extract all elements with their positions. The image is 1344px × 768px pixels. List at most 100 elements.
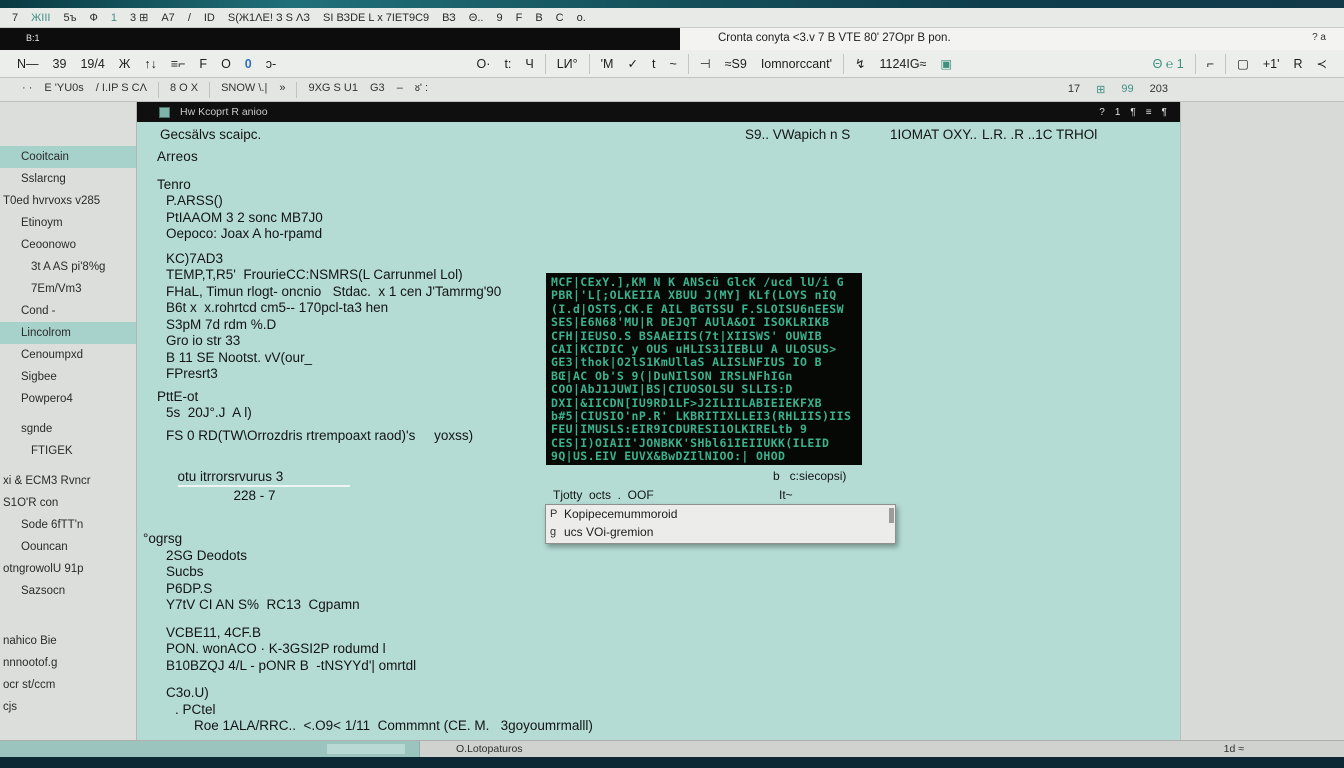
toolbar-icon[interactable]: [589, 54, 590, 74]
sidebar-item[interactable]: nnnootof.g: [0, 652, 136, 674]
menu-item[interactable]: /: [188, 12, 191, 24]
sidebar-item[interactable]: Cenoumpxd: [0, 344, 136, 366]
sidebar-item[interactable]: 7Em/Vm3: [0, 278, 136, 300]
tab-status-icon[interactable]: ⊞: [1096, 83, 1105, 96]
menu-item[interactable]: F: [516, 12, 523, 24]
sidebar-item[interactable]: nahico Bie: [0, 630, 136, 652]
title-bar-icon[interactable]: ?: [1099, 107, 1105, 118]
toolbar-icon[interactable]: Ч: [525, 57, 533, 71]
window-corner-icons[interactable]: ? a: [1312, 32, 1326, 50]
sidebar-item[interactable]: Sigbee: [0, 366, 136, 388]
toolbar-icon[interactable]: R: [1293, 57, 1302, 71]
sidebar-item[interactable]: Ceoonowo: [0, 234, 136, 256]
tab-item[interactable]: –: [397, 82, 403, 98]
title-bar-icon[interactable]: ¶: [1162, 107, 1167, 118]
menu-item[interactable]: 1: [111, 12, 117, 24]
sidebar-item[interactable]: Cond -: [0, 300, 136, 322]
tab-item[interactable]: Е 'YU0s: [44, 82, 83, 98]
dropdown-item[interactable]: P Kopipecemummoroid: [546, 505, 895, 523]
menu-item[interactable]: SI ВЗDЕ L х 7IЕТ9С9: [323, 12, 429, 24]
toolbar-icon[interactable]: Ж: [119, 57, 131, 71]
sidebar-item[interactable]: sgnde: [0, 418, 136, 440]
sidebar-item[interactable]: ocr st/ccm: [0, 674, 136, 696]
menu-item[interactable]: о.: [577, 12, 586, 24]
sidebar-item[interactable]: cjs: [0, 696, 136, 718]
menu-item[interactable]: ВЗ: [442, 12, 456, 24]
sidebar-item[interactable]: xi & ECM3 Rvncr: [0, 470, 136, 492]
toolbar-icon[interactable]: ↯: [855, 56, 865, 71]
menu-item[interactable]: 9: [496, 12, 502, 24]
dropdown-item[interactable]: g ucs VOi-gremion: [546, 523, 895, 541]
menu-item[interactable]: А7: [161, 12, 174, 24]
sidebar-item[interactable]: 3t A AS pi'8%g: [0, 256, 136, 278]
toolbar-icon[interactable]: ▣: [940, 56, 952, 71]
toolbar-icon[interactable]: ~: [669, 57, 676, 71]
toolbar-icon[interactable]: F: [199, 57, 207, 71]
toolbar-icon[interactable]: ⌐: [1207, 57, 1214, 71]
toolbar-icon[interactable]: ≡⌐: [171, 57, 186, 71]
tab-status-icon[interactable]: 17: [1068, 83, 1080, 96]
title-bar-icon[interactable]: 1: [1115, 107, 1121, 118]
tab-item[interactable]: [296, 82, 297, 98]
dropdown-scrollbar-thumb[interactable]: [889, 508, 894, 523]
menu-item[interactable]: 3 ⊞: [130, 11, 148, 24]
tab-item[interactable]: / I.IP Ѕ СΛ: [96, 82, 147, 98]
tab-item[interactable]: »: [279, 82, 285, 98]
menu-item[interactable]: Θ..: [469, 12, 484, 24]
title-bar-icon[interactable]: ≡: [1146, 107, 1152, 118]
toolbar-icon[interactable]: ≺: [1317, 56, 1327, 71]
toolbar-icon[interactable]: Θ ℮ 1: [1153, 57, 1184, 71]
toolbar-icon[interactable]: t:: [504, 57, 511, 71]
tab-item[interactable]: ᴕ' :: [415, 82, 428, 98]
toolbar-icon[interactable]: [843, 54, 844, 74]
sidebar-item[interactable]: S1O'R con: [0, 492, 136, 514]
toolbar-icon[interactable]: [545, 54, 546, 74]
toolbar-icon[interactable]: +1': [1263, 57, 1280, 71]
sidebar-item[interactable]: Sode 6fTT'n: [0, 514, 136, 536]
toolbar-icon[interactable]: O·: [477, 57, 491, 71]
toolbar-icon[interactable]: ✓: [627, 56, 637, 71]
sidebar-item[interactable]: Oouncan: [0, 536, 136, 558]
menu-item[interactable]: ЖIII: [31, 12, 50, 24]
toolbar-icon[interactable]: N—: [17, 57, 39, 71]
toolbar-icon[interactable]: ▢: [1237, 56, 1249, 71]
toolbar-icon[interactable]: 0: [245, 57, 252, 71]
toolbar-icon[interactable]: Iomnorccant': [761, 57, 832, 71]
title-bar-icon[interactable]: ¶: [1130, 107, 1135, 118]
menu-item[interactable]: 5ъ: [63, 12, 76, 24]
tab-item[interactable]: 8 О Х: [170, 82, 198, 98]
menu-item[interactable]: 7: [12, 12, 18, 24]
toolbar-icon[interactable]: LИ°: [557, 57, 578, 71]
toolbar-icon[interactable]: ᴐ-: [266, 57, 276, 71]
tab-status-icon[interactable]: 203: [1150, 83, 1168, 96]
toolbar-icon[interactable]: [1225, 54, 1226, 74]
tab-item[interactable]: G3: [370, 82, 385, 98]
tab-item[interactable]: [209, 82, 210, 98]
toolbar-icon[interactable]: [1195, 54, 1196, 74]
menu-item[interactable]: Ф: [89, 12, 97, 24]
toolbar-icon[interactable]: O: [221, 57, 231, 71]
sidebar-item[interactable]: Powpero4: [0, 388, 136, 410]
terminal-output-box[interactable]: MCF|CExY.],KM N K ANScü GlcK /ucd lU/i G…: [546, 273, 862, 465]
sidebar-item[interactable]: otngrowolU 91p: [0, 558, 136, 580]
toolbar-icon[interactable]: 1124IG≈: [879, 57, 926, 71]
sidebar-item[interactable]: FTIGEK: [0, 440, 136, 462]
sidebar-item[interactable]: Cooitcain: [0, 146, 136, 168]
sidebar-item[interactable]: Etinoym: [0, 212, 136, 234]
sidebar-item[interactable]: Sazsocn: [0, 580, 136, 602]
tab-item[interactable]: [158, 82, 159, 98]
tab-item[interactable]: 9ХG Ѕ U1: [308, 82, 358, 98]
toolbar-icon[interactable]: ⊣: [700, 56, 711, 71]
underlined-link[interactable]: otu itrrorsrvurus 3: [178, 468, 350, 487]
menu-item[interactable]: ID: [204, 12, 215, 24]
sidebar-item[interactable]: Sslarcng: [0, 168, 136, 190]
toolbar-icon[interactable]: [688, 54, 689, 74]
toolbar-icon[interactable]: 'M: [601, 57, 614, 71]
toolbar-icon[interactable]: t: [652, 57, 655, 71]
tab-item[interactable]: · ·: [22, 82, 32, 98]
menu-item[interactable]: С: [556, 12, 564, 24]
tab-item[interactable]: SNOW \.|: [221, 82, 267, 98]
tab-status-icon[interactable]: 99: [1121, 83, 1133, 96]
sidebar-item[interactable]: T0ed hvrvoxs v285: [0, 190, 136, 212]
menu-item[interactable]: В: [535, 12, 542, 24]
